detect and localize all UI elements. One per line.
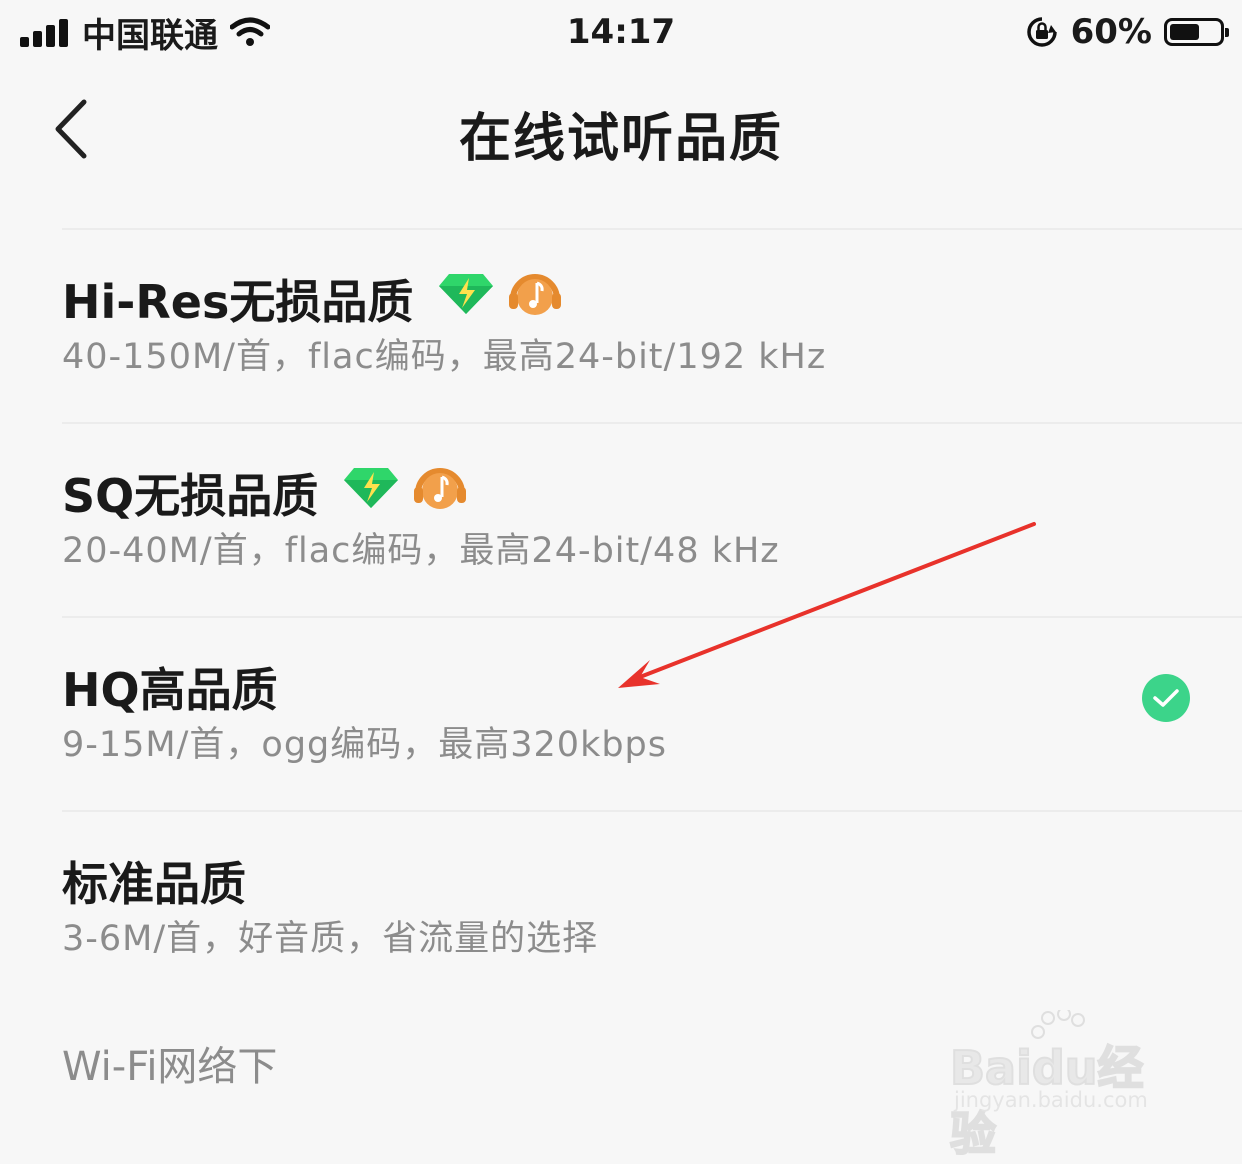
page-title: 在线试听品质 <box>458 109 783 169</box>
option-title: Hi-Res无损品质 <box>62 275 414 329</box>
battery-percent: 60% <box>1070 12 1152 52</box>
diamond-icon <box>342 466 400 521</box>
battery-fill <box>1170 24 1199 40</box>
option-title-row: 标准品质 <box>62 848 246 914</box>
battery-icon <box>1164 18 1229 46</box>
status-right: 60% <box>1025 10 1229 54</box>
option-title: 标准品质 <box>62 857 246 911</box>
wifi-section-label: Wi-Fi网络下 <box>62 1044 278 1090</box>
navigation-bar: 在线试听品质 <box>0 70 1242 190</box>
baidu-watermark: Baidu经验 jingyan.baidu.com <box>949 1010 1180 1162</box>
quality-option-sq[interactable]: SQ无损品质 20-40M/首，flac编码，最高24-bit/48 kHz <box>62 422 1242 616</box>
option-description: 3-6M/首，好音质，省流量的选择 <box>62 919 599 959</box>
option-description: 9-15M/首，ogg编码，最高320kbps <box>62 725 668 765</box>
quality-option-hires[interactable]: Hi-Res无损品质 40-150M/首，flac编码，最高24-bit/192… <box>62 228 1242 422</box>
option-title-row: HQ高品质 <box>62 654 278 720</box>
watermark-url: jingyan.baidu.com <box>954 1088 1148 1112</box>
status-bar: 中国联通 14:17 60% <box>0 0 1242 70</box>
quality-option-standard[interactable]: 标准品质 3-6M/首，好音质，省流量的选择 <box>62 810 1242 1004</box>
option-title: SQ无损品质 <box>62 469 319 523</box>
music-headphone-icon <box>507 271 563 328</box>
diamond-icon <box>437 272 495 327</box>
quality-option-hq[interactable]: HQ高品质 9-15M/首，ogg编码，最高320kbps <box>62 616 1242 810</box>
option-title-row: Hi-Res无损品质 <box>62 266 563 332</box>
option-title-row: SQ无损品质 <box>62 460 468 526</box>
music-headphone-icon <box>412 465 468 522</box>
orientation-lock-icon <box>1026 17 1057 47</box>
battery-tip <box>1225 28 1229 37</box>
quality-options-list: Hi-Res无损品质 40-150M/首，flac编码，最高24-bit/192… <box>0 228 1242 1004</box>
selected-check-icon <box>1142 674 1190 722</box>
option-title: HQ高品质 <box>62 663 278 717</box>
option-description: 20-40M/首，flac编码，最高24-bit/48 kHz <box>62 531 780 571</box>
option-description: 40-150M/首，flac编码，最高24-bit/192 kHz <box>62 337 827 377</box>
